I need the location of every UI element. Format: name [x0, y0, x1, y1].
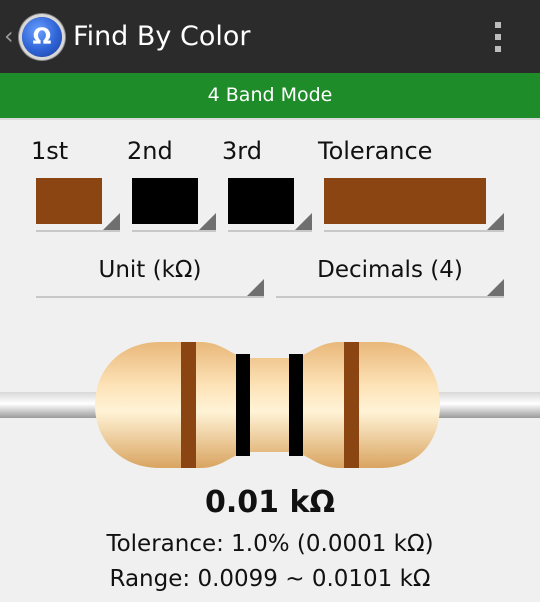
resistor-band-1: [181, 342, 196, 468]
resistance-value: 0.01 kΩ: [205, 485, 335, 520]
band-2-swatch: [132, 178, 198, 224]
band-1-spinner[interactable]: [36, 178, 120, 232]
page-title: Find By Color: [73, 21, 251, 52]
band-2-label: 2nd: [127, 137, 173, 165]
resistor-svg: [0, 342, 540, 468]
omega-glyph: Ω: [32, 24, 52, 50]
band-3-label: 3rd: [222, 137, 262, 165]
back-chevron-icon[interactable]: ‹: [4, 22, 14, 50]
dropdown-corner-icon: [199, 213, 216, 230]
mode-banner[interactable]: 4 Band Mode: [0, 73, 540, 120]
dropdown-corner-icon: [295, 213, 312, 230]
overflow-menu-icon[interactable]: [490, 22, 506, 52]
overflow-dot: [495, 46, 501, 52]
action-bar: ‹ Ω Find By Color: [0, 0, 540, 73]
band-1-label: 1st: [31, 137, 69, 165]
resistor-band-tolerance: [344, 342, 359, 468]
overflow-dot: [495, 34, 501, 40]
tolerance-band-spinner[interactable]: [324, 178, 504, 232]
unit-dropdown-value: Unit (kΩ): [98, 257, 202, 283]
resistor-band-3: [289, 354, 303, 456]
dropdown-corner-icon: [247, 279, 264, 296]
tolerance-band-label: Tolerance: [318, 137, 433, 165]
band-3-swatch: [228, 178, 294, 224]
range-text: Range: 0.0099 ~ 0.0101 kΩ: [109, 566, 431, 592]
dropdown-corner-icon: [487, 279, 504, 296]
band-1-swatch: [36, 178, 102, 224]
overflow-dot: [495, 22, 501, 28]
resistor-graphic: [0, 330, 540, 480]
resistor-band-2: [236, 354, 250, 456]
resistor-body: [95, 342, 440, 468]
decimals-dropdown-value: Decimals (4): [317, 257, 463, 283]
tolerance-band-swatch: [324, 178, 486, 224]
unit-dropdown[interactable]: Unit (kΩ): [36, 248, 264, 298]
dropdown-corner-icon: [103, 213, 120, 230]
dropdown-corner-icon: [487, 213, 504, 230]
band-3-spinner[interactable]: [228, 178, 312, 232]
app-omega-icon[interactable]: Ω: [22, 17, 62, 57]
tolerance-text: Tolerance: 1.0% (0.0001 kΩ): [106, 531, 434, 557]
band-2-spinner[interactable]: [132, 178, 216, 232]
decimals-dropdown[interactable]: Decimals (4): [276, 248, 504, 298]
